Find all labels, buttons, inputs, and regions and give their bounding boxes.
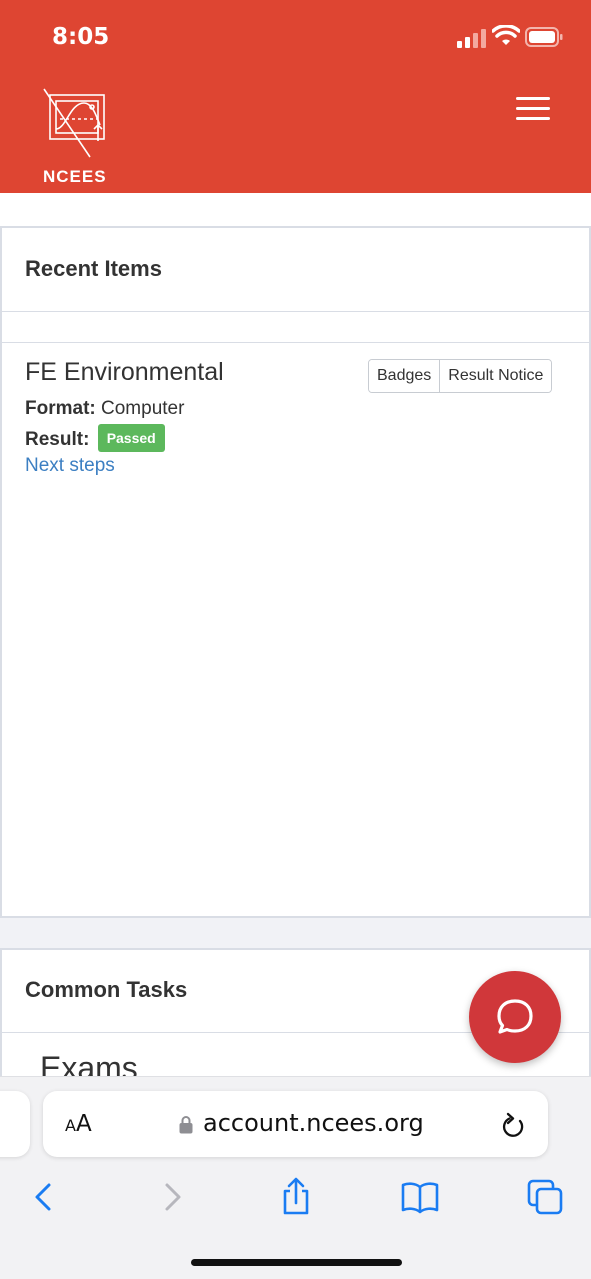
- exam-name: FE Environmental: [25, 358, 224, 386]
- chat-button[interactable]: [469, 971, 561, 1063]
- result-notice-button[interactable]: Result Notice: [439, 360, 552, 392]
- format-row: Format: Computer: [25, 398, 184, 420]
- battery-icon: [525, 27, 563, 47]
- status-time: 8:05: [52, 24, 110, 50]
- home-indicator: [191, 1259, 402, 1266]
- result-label: Result:: [25, 429, 90, 451]
- lock-icon: [179, 1116, 193, 1134]
- cellular-signal-icon: [457, 29, 486, 48]
- back-icon[interactable]: [24, 1177, 64, 1217]
- result-row: Result: Passed: [25, 424, 165, 454]
- tabs-icon[interactable]: [525, 1177, 565, 1217]
- site-header: NCEES: [0, 75, 591, 193]
- recent-items-card: Recent Items FE Environmental Badges Res…: [0, 226, 591, 918]
- wifi-icon: [492, 25, 520, 45]
- recent-items-title: Recent Items: [25, 256, 162, 281]
- chat-icon: [497, 999, 533, 1034]
- divider: [2, 311, 591, 312]
- forward-icon[interactable]: [152, 1177, 192, 1217]
- reader-text-size-button[interactable]: AA: [65, 1111, 92, 1137]
- url-text: account.ncees.org: [203, 1109, 424, 1137]
- browser-chrome: AA account.ncees.org: [0, 1076, 591, 1279]
- hamburger-menu-icon[interactable]: [516, 97, 552, 123]
- ncees-logo[interactable]: NCEES: [40, 85, 112, 186]
- common-tasks-title: Common Tasks: [25, 977, 188, 1002]
- format-label: Format:: [25, 398, 96, 419]
- item-button-group: Badges Result Notice: [368, 359, 553, 393]
- format-value: Computer: [101, 398, 185, 419]
- address-bar[interactable]: AA account.ncees.org: [43, 1091, 548, 1157]
- divider: [2, 342, 591, 343]
- share-icon[interactable]: [276, 1177, 316, 1217]
- logo-text: NCEES: [43, 167, 107, 186]
- reload-icon[interactable]: [501, 1111, 527, 1139]
- status-bar: 8:05: [0, 0, 591, 75]
- previous-tab[interactable]: [0, 1091, 30, 1157]
- next-steps-link[interactable]: Next steps: [25, 455, 115, 477]
- bookmarks-icon[interactable]: [400, 1177, 440, 1217]
- header-spacer: [0, 193, 591, 227]
- status-badge: Passed: [97, 424, 165, 452]
- badges-button[interactable]: Badges: [369, 360, 440, 392]
- logo-graphic-icon: [43, 88, 105, 158]
